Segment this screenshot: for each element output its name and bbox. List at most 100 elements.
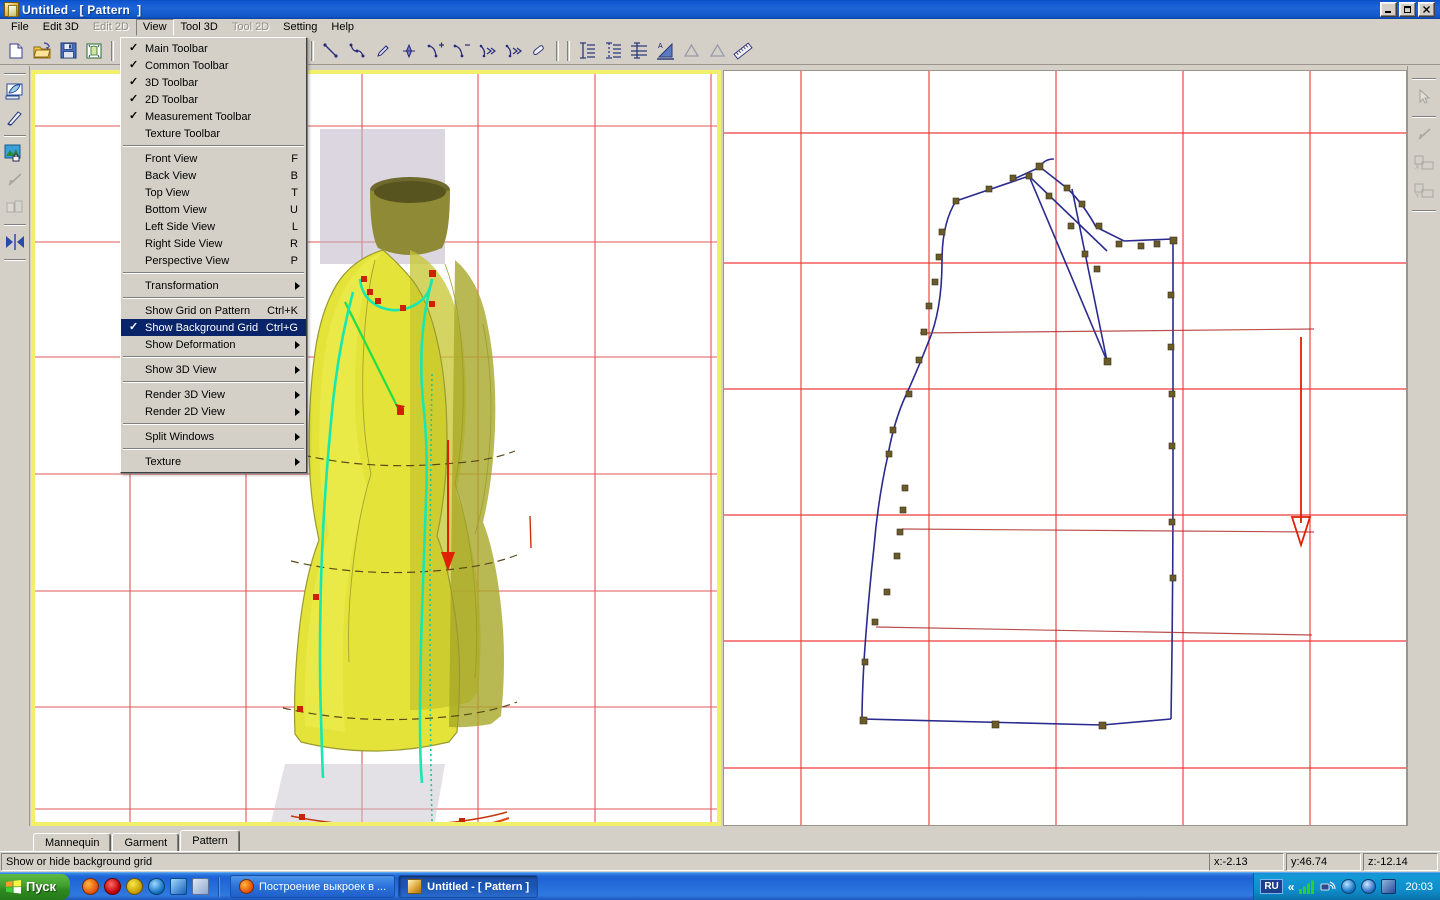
line-tool-icon[interactable]: [319, 39, 343, 62]
winamp-icon[interactable]: [126, 878, 143, 895]
add-point-icon[interactable]: [423, 39, 447, 62]
menu-item-show-deformation[interactable]: Show Deformation: [121, 336, 306, 353]
menu-item-label: Common Toolbar: [145, 60, 229, 72]
minimize-button[interactable]: [1380, 2, 1397, 17]
menu-item-texture-toolbar[interactable]: Texture Toolbar: [121, 125, 306, 142]
task-button-label: Untitled - [ Pattern ]: [427, 881, 529, 893]
task-button-pattern-app[interactable]: Untitled - [ Pattern ]: [398, 875, 538, 898]
remove-point-icon[interactable]: [449, 39, 473, 62]
tray-expand-button[interactable]: «: [1288, 880, 1295, 894]
measure-area-icon[interactable]: A: [653, 39, 677, 62]
menu-view[interactable]: View: [136, 19, 174, 36]
menu-item-back-view[interactable]: Back View B: [121, 167, 306, 184]
symmetry-icon[interactable]: [2, 229, 28, 255]
measure-dashed-icon[interactable]: [601, 39, 625, 62]
import-mannequin-icon[interactable]: [82, 39, 106, 62]
menu-item-show-grid-on-pattern[interactable]: Show Grid on Pattern Ctrl+K: [121, 302, 306, 319]
start-button[interactable]: Пуск: [0, 874, 70, 900]
firefox-icon: [239, 879, 254, 894]
new-document-icon[interactable]: [4, 39, 28, 62]
language-indicator[interactable]: RU: [1260, 879, 1282, 894]
menu-item-left-side-view[interactable]: Left Side View L: [121, 218, 306, 235]
dictionary-tray-icon[interactable]: [1381, 879, 1396, 894]
menu-item-label: Show 3D View: [145, 364, 216, 376]
menu-item-3d-toolbar[interactable]: ✓ 3D Toolbar: [121, 74, 306, 91]
opera-icon[interactable]: [104, 878, 121, 895]
point-tool-icon[interactable]: [397, 39, 421, 62]
ruler-icon[interactable]: [731, 39, 755, 62]
close-button[interactable]: [1418, 2, 1435, 17]
firefox-icon[interactable]: [82, 878, 99, 895]
menu-edit-3d[interactable]: Edit 3D: [36, 19, 86, 36]
menu-setting[interactable]: Setting: [276, 19, 324, 36]
measure-double-icon[interactable]: [627, 39, 651, 62]
seam-piece-icon: Y: [1411, 178, 1437, 204]
save-disk-icon[interactable]: [56, 39, 80, 62]
menu-item-show-3d-view[interactable]: Show 3D View: [121, 361, 306, 378]
network-signal-icon[interactable]: [1299, 880, 1315, 894]
menu-item-split-windows[interactable]: Split Windows: [121, 428, 306, 445]
toolbar-separator: [1412, 116, 1436, 118]
menu-item-show-background-grid[interactable]: ✓ Show Background Grid Ctrl+G: [121, 319, 306, 336]
menu-file[interactable]: File: [4, 19, 36, 36]
menu-item-render-2d-view[interactable]: Render 2D View: [121, 403, 306, 420]
side-marker: [530, 516, 531, 548]
curve-tool-icon[interactable]: [345, 39, 369, 62]
quick-launch-bar: [76, 877, 230, 897]
toolbar-separator: [4, 224, 26, 226]
measure-vertical-icon[interactable]: [575, 39, 599, 62]
menu-item-front-view[interactable]: Front View F: [121, 150, 306, 167]
texture-map-hand-icon[interactable]: [2, 140, 28, 166]
menu-item-label: Texture: [145, 456, 181, 468]
internet-explorer-icon[interactable]: [148, 878, 165, 895]
menu-separator: [123, 356, 304, 358]
menu-item-main-toolbar[interactable]: ✓ Main Toolbar: [121, 40, 306, 57]
menu-item-common-toolbar[interactable]: ✓ Common Toolbar: [121, 57, 306, 74]
menu-item-right-side-view[interactable]: Right Side View R: [121, 235, 306, 252]
surface-flatten-icon[interactable]: [2, 78, 28, 104]
tab-garment[interactable]: Garment: [112, 833, 179, 851]
window-title: Untitled - [ Pattern ]: [22, 3, 141, 17]
submenu-arrow-icon: [295, 433, 300, 441]
cut-knife-icon[interactable]: [2, 105, 28, 131]
status-coord-x: x:-2.13: [1209, 853, 1284, 871]
windows-flag-icon: [6, 880, 21, 894]
right-vertical-toolbar: X Y: [1407, 66, 1440, 826]
pencil-draw-icon[interactable]: [371, 39, 395, 62]
menu-item-perspective-view[interactable]: Perspective View P: [121, 252, 306, 269]
task-button-browser[interactable]: Построение выкроек в ...: [230, 875, 395, 898]
menu-item-render-3d-view[interactable]: Render 3D View: [121, 386, 306, 403]
tab-mannequin[interactable]: Mannequin: [33, 833, 111, 851]
network-connection-icon[interactable]: [1320, 880, 1336, 894]
tray-clock[interactable]: 20:03: [1405, 881, 1433, 893]
menu-item-top-view[interactable]: Top View T: [121, 184, 306, 201]
split-curve-icon[interactable]: [475, 39, 499, 62]
menu-item-transformation[interactable]: Transformation: [121, 277, 306, 294]
open-folder-icon[interactable]: [30, 39, 54, 62]
menu-item-measurement-toolbar[interactable]: ✓ Measurement Toolbar: [121, 108, 306, 125]
tab-pattern[interactable]: Pattern: [180, 830, 239, 851]
app-icon: [407, 879, 422, 894]
menu-item-2d-toolbar[interactable]: ✓ 2D Toolbar: [121, 91, 306, 108]
calculator-icon[interactable]: [192, 878, 209, 895]
toolbar-separator: [1412, 78, 1436, 80]
menu-item-label: Render 3D View: [145, 389, 225, 401]
view-dropdown-menu[interactable]: ✓ Main Toolbar ✓ Common Toolbar ✓ 3D Too…: [120, 37, 307, 473]
menu-item-bottom-view[interactable]: Bottom View U: [121, 201, 306, 218]
toolbar-separator: [567, 41, 570, 61]
menu-help[interactable]: Help: [324, 19, 361, 36]
menu-item-label: Texture Toolbar: [145, 128, 220, 140]
checkmark-icon: ✓: [129, 321, 138, 334]
merge-curve-icon[interactable]: [501, 39, 525, 62]
maximize-button[interactable]: [1399, 2, 1416, 17]
menu-tool-3d[interactable]: Tool 3D: [174, 19, 225, 36]
internet-explorer-tray-icon[interactable]: [1341, 879, 1356, 894]
outlook-icon[interactable]: [170, 878, 187, 895]
2d-pattern-viewport[interactable]: [723, 70, 1407, 826]
help-tray-icon[interactable]: [1361, 879, 1376, 894]
eraser-icon[interactable]: [527, 39, 551, 62]
menu-item-label: Left Side View: [145, 221, 215, 233]
checkmark-icon: ✓: [129, 110, 138, 123]
menu-item-texture[interactable]: Texture: [121, 453, 306, 470]
checkmark-icon: ✓: [129, 59, 138, 72]
